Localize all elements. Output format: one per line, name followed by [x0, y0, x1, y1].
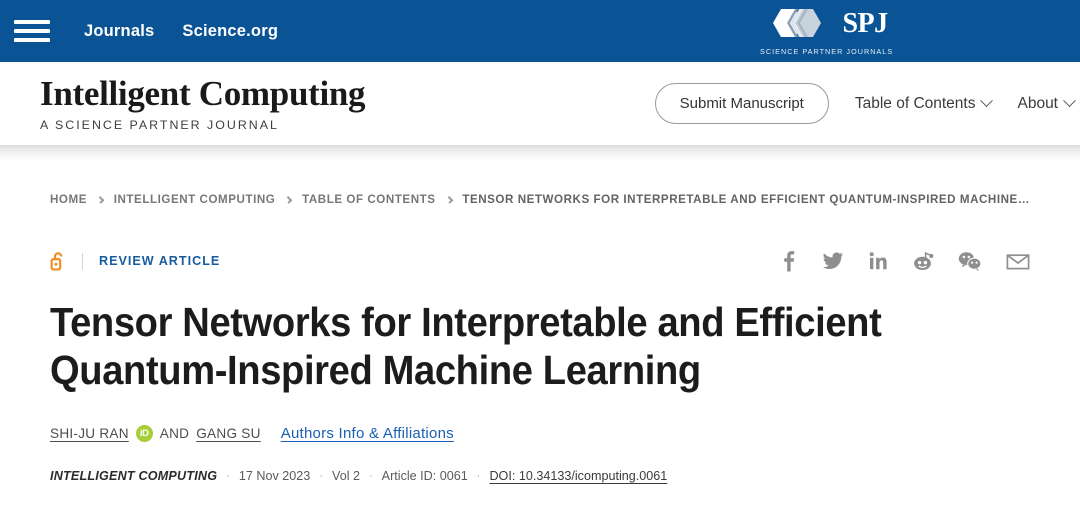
journal-brand[interactable]: Intelligent Computing A SCIENCE PARTNER …: [40, 73, 366, 132]
article-type-row: REVIEW ARTICLE: [50, 250, 1030, 272]
orcid-icon[interactable]: iD: [135, 424, 153, 442]
chevron-down-icon: [1063, 94, 1076, 108]
hamburger-bar: [14, 29, 50, 33]
hamburger-icon[interactable]: [14, 16, 50, 46]
chevron-right-icon: [445, 195, 453, 204]
vertical-divider: [82, 252, 83, 270]
share-icons: [778, 250, 1030, 272]
site-top-bar: Journals Science.org SPJ SCIENCE PARTNER…: [0, 0, 1080, 62]
pubmeta-separator: ·: [226, 469, 230, 482]
pubmeta-date: 17 Nov 2023: [238, 468, 311, 483]
wechat-icon[interactable]: [958, 250, 982, 272]
spj-logo-mark: SPJ: [765, 6, 888, 42]
nav-about-label: About: [1017, 94, 1058, 112]
pubmeta-volume: Vol 2: [331, 468, 360, 483]
article-type-label[interactable]: REVIEW ARTICLE: [99, 254, 220, 268]
pubmeta-journal[interactable]: INTELLIGENT COMPUTING: [50, 469, 217, 483]
nav-table-of-contents[interactable]: Table of Contents: [854, 94, 994, 113]
pubmeta-separator: ·: [369, 469, 373, 482]
top-nav-link-journals[interactable]: Journals: [84, 22, 154, 41]
pubmeta-doi-link[interactable]: DOI: 10.34133/icomputing.0061: [489, 469, 667, 483]
spj-wordmark: SPJ: [842, 8, 888, 39]
author-shi-ju-ran[interactable]: SHI-JU RAN: [50, 426, 129, 441]
chevron-down-icon: [980, 94, 994, 108]
masthead-nav: Submit Manuscript Table of Contents Abou…: [654, 62, 1080, 145]
chevron-right-icon: [284, 195, 293, 204]
spj-tagline: SCIENCE PARTNER JOURNALS: [760, 47, 894, 56]
journal-name: Intelligent Computing: [40, 73, 366, 113]
facebook-icon[interactable]: [778, 250, 798, 272]
spj-hexagon-icon: [773, 9, 822, 37]
linkedin-icon[interactable]: [868, 250, 888, 272]
publication-meta: INTELLIGENT COMPUTING · 17 Nov 2023 · Vo…: [50, 469, 1030, 483]
open-access-lock-icon: [50, 251, 66, 271]
breadcrumb: HOME INTELLIGENT COMPUTING TABLE OF CONT…: [50, 161, 1030, 206]
twitter-icon[interactable]: [822, 250, 844, 272]
header-shadow: [0, 145, 1080, 161]
chevron-right-icon: [96, 195, 105, 204]
pubmeta-separator: ·: [476, 469, 481, 482]
breadcrumb-item-home[interactable]: HOME: [50, 193, 87, 206]
authors-info-affiliations-link[interactable]: Authors Info & Affiliations: [281, 425, 454, 442]
breadcrumb-item-journal[interactable]: INTELLIGENT COMPUTING: [114, 193, 276, 206]
pubmeta-article-id: Article ID: 0061: [381, 468, 468, 483]
author-gang-su[interactable]: GANG SU: [196, 426, 260, 441]
reddit-icon[interactable]: [912, 250, 934, 272]
nav-table-of-contents-label: Table of Contents: [854, 94, 976, 112]
authors-conjunction: AND: [159, 425, 190, 441]
spj-logo[interactable]: SPJ SCIENCE PARTNER JOURNALS: [760, 6, 893, 56]
journal-masthead: Intelligent Computing A SCIENCE PARTNER …: [0, 62, 1080, 145]
article-header-region: HOME INTELLIGENT COMPUTING TABLE OF CONT…: [0, 161, 1080, 483]
breadcrumb-item-current: TENSOR NETWORKS FOR INTERPRETABLE AND EF…: [462, 193, 1030, 206]
top-nav-link-science-org[interactable]: Science.org: [182, 22, 278, 41]
authors-line: SHI-JU RAN iD AND GANG SU Authors Info &…: [50, 424, 1030, 442]
top-nav: Journals Science.org: [84, 22, 278, 41]
nav-about[interactable]: About: [1017, 94, 1076, 113]
hamburger-bar: [14, 20, 50, 24]
breadcrumb-item-toc[interactable]: TABLE OF CONTENTS: [302, 193, 435, 206]
submit-manuscript-button[interactable]: Submit Manuscript: [654, 83, 829, 124]
article-title: Tensor Networks for Interpretable and Ef…: [50, 299, 882, 394]
journal-tagline: A SCIENCE PARTNER JOURNAL: [40, 117, 279, 132]
email-icon[interactable]: [1006, 250, 1030, 272]
hamburger-bar: [14, 38, 50, 42]
pubmeta-separator: ·: [319, 469, 323, 482]
